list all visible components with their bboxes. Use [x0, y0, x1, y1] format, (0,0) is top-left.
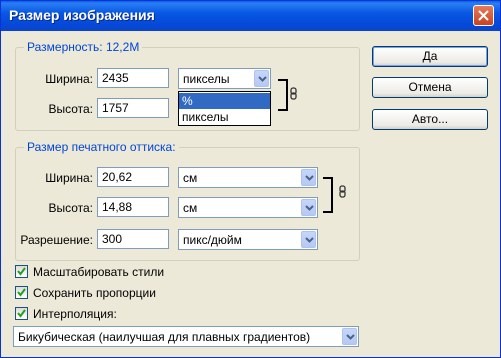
dropdown-arrow-button[interactable] — [301, 169, 316, 186]
pixel-dimensions-legend: Размерность: 12,2M — [24, 40, 143, 54]
pixel-width-unit-value: пикселы — [183, 72, 230, 86]
auto-button[interactable]: Авто... — [372, 109, 488, 130]
resolution-unit-select[interactable]: пикс/дюйм — [178, 229, 318, 250]
interpolation-select[interactable]: Бикубическая (наилучшая для плавных град… — [13, 326, 359, 347]
print-width-input[interactable]: 20,62 — [97, 167, 169, 187]
close-icon — [478, 10, 489, 21]
dropdown-arrow-button[interactable] — [301, 199, 316, 216]
checkmark-icon — [17, 288, 26, 297]
constrain-proportions-label[interactable]: Сохранить пропорции — [33, 286, 156, 300]
print-height-input[interactable]: 14,88 — [97, 197, 169, 217]
pixel-constrain-bracket — [278, 79, 288, 111]
chevron-down-icon — [305, 237, 314, 243]
print-height-label: Высота: — [48, 201, 93, 215]
pixel-width-label: Ширина: — [45, 72, 93, 86]
dropdown-arrow-button[interactable] — [342, 328, 357, 345]
close-button[interactable] — [473, 5, 494, 26]
chevron-down-icon — [258, 76, 267, 82]
resolution-label: Разрешение: — [20, 233, 93, 247]
image-size-dialog: Размер изображения Размерность: 12,2M Ши… — [0, 0, 501, 358]
pixel-width-unit-select[interactable]: пикселы — [178, 68, 271, 89]
link-icon — [339, 185, 346, 198]
chevron-down-icon — [346, 334, 355, 340]
resolution-input[interactable]: 300 — [97, 229, 169, 249]
cancel-button[interactable]: Отмена — [372, 77, 488, 98]
dropdown-option-percent[interactable]: % — [179, 93, 270, 109]
resample-checkbox[interactable] — [15, 307, 28, 320]
constrain-proportions-checkbox[interactable] — [15, 286, 28, 299]
dropdown-arrow-button[interactable] — [254, 70, 269, 87]
unit-dropdown-list: % пикселы — [178, 91, 271, 126]
print-size-legend: Размер печатного оттиска: — [24, 140, 179, 154]
scale-styles-checkbox[interactable] — [15, 265, 28, 278]
window-title: Размер изображения — [9, 7, 155, 23]
chevron-down-icon — [305, 175, 314, 181]
pixel-height-input[interactable]: 1757 — [97, 98, 169, 118]
resolution-unit-value: пикс/дюйм — [183, 233, 242, 247]
dropdown-arrow-button[interactable] — [301, 231, 316, 248]
print-height-unit-value: см — [183, 201, 198, 215]
print-constrain-bracket — [323, 177, 333, 213]
resample-label[interactable]: Интерполяция: — [33, 307, 117, 321]
print-width-unit-select[interactable]: см — [178, 167, 318, 188]
print-height-unit-select[interactable]: см — [178, 197, 318, 218]
ok-button[interactable]: Да — [372, 46, 488, 67]
interpolation-value: Бикубическая (наилучшая для плавных град… — [18, 330, 311, 344]
print-width-unit-value: см — [183, 171, 198, 185]
chevron-down-icon — [305, 205, 314, 211]
print-width-label: Ширина: — [45, 171, 93, 185]
checkmark-icon — [17, 309, 26, 318]
checkmark-icon — [17, 267, 26, 276]
pixel-width-input[interactable]: 2435 — [97, 68, 169, 88]
scale-styles-label[interactable]: Масштабировать стили — [33, 265, 164, 279]
pixel-height-label: Высота: — [48, 102, 93, 116]
title-bar[interactable]: Размер изображения — [1, 1, 500, 31]
link-icon — [290, 87, 297, 100]
dropdown-option-pixels[interactable]: пикселы — [179, 109, 270, 125]
